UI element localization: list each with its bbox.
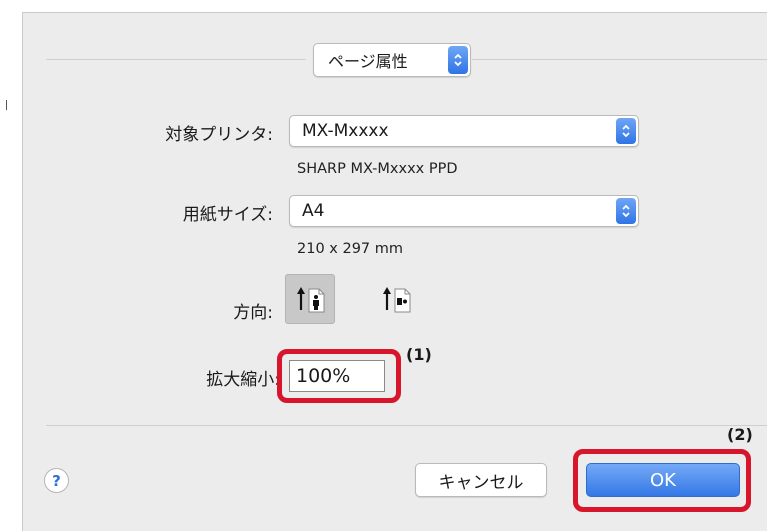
- top-separator-right: [472, 59, 767, 60]
- top-separator-left: [46, 59, 306, 60]
- scale-label: 拡大縮小:: [206, 370, 280, 390]
- window-edge-mark: [6, 100, 7, 110]
- orientation-landscape-button[interactable]: [371, 274, 421, 324]
- callout-label-1: (1): [406, 345, 432, 364]
- printer-label: 対象プリンタ:: [165, 125, 273, 145]
- orientation-portrait-button[interactable]: [285, 274, 335, 324]
- bottom-separator: [46, 425, 767, 426]
- paper-size-label: 用紙サイズ:: [182, 205, 273, 225]
- cancel-button[interactable]: キャンセル: [415, 463, 547, 497]
- landscape-orientation-icon: [383, 287, 411, 313]
- printer-value: MX-Mxxxx: [302, 121, 389, 141]
- help-button[interactable]: ?: [44, 468, 69, 493]
- paper-size-detail: 210 x 297 mm: [297, 241, 404, 257]
- paper-size-value: A4: [302, 201, 325, 221]
- callout-box-1: [277, 349, 401, 403]
- popup-stepper-icon: [448, 46, 468, 74]
- popup-stepper-icon: [616, 198, 636, 224]
- portrait-orientation-icon: [297, 287, 325, 313]
- callout-label-2: (2): [727, 425, 753, 444]
- callout-box-2: [573, 449, 751, 512]
- popup-stepper-icon: [616, 118, 636, 144]
- orientation-label: 方向:: [233, 303, 273, 323]
- printer-popup[interactable]: MX-Mxxxx: [289, 115, 639, 147]
- page-attributes-label: ページ属性: [328, 52, 408, 71]
- page-attributes-popup[interactable]: ページ属性: [313, 43, 471, 77]
- printer-detail: SHARP MX-Mxxxx PPD: [297, 161, 458, 177]
- paper-size-popup[interactable]: A4: [289, 195, 639, 227]
